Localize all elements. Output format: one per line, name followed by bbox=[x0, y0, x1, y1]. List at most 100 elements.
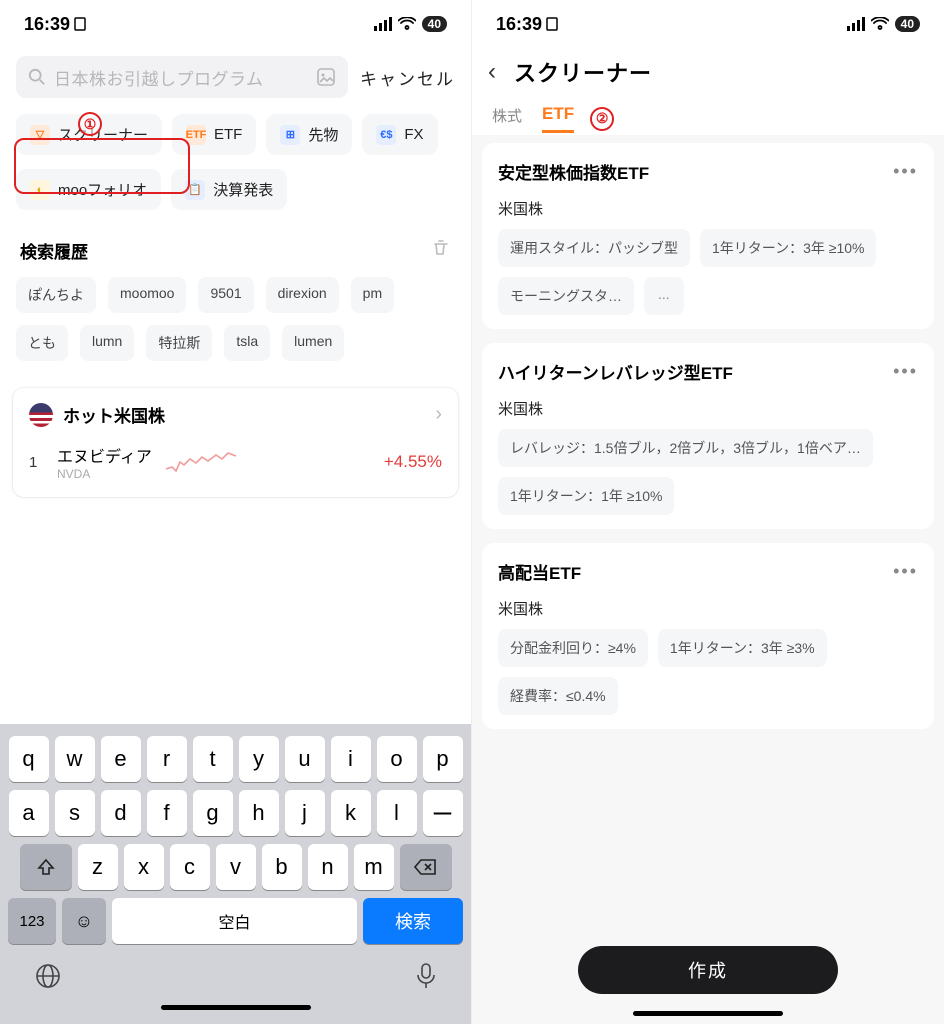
card-subtitle: 米国株 bbox=[498, 584, 918, 629]
key-t[interactable]: t bbox=[193, 736, 233, 782]
chip-label: 決算発表 bbox=[213, 179, 273, 200]
card-subtitle: 米国株 bbox=[498, 184, 918, 229]
card-icon bbox=[74, 17, 86, 31]
history-chips: ぽんちよ moomoo 9501 direxion pm とも lumn 特拉斯 tslalum… bbox=[0, 271, 471, 371]
filter-tag: 運用スタイル：パッシブ型 bbox=[498, 229, 690, 267]
key-n[interactable]: n bbox=[308, 844, 348, 890]
screener-header: ‹ スクリーナー bbox=[472, 48, 944, 98]
card-icon bbox=[546, 17, 558, 31]
history-chip[interactable]: tsla bbox=[224, 325, 270, 361]
status-time: 16:39 bbox=[24, 14, 86, 35]
key-x[interactable]: x bbox=[124, 844, 164, 890]
history-chip[interactable]: 特拉斯 bbox=[146, 325, 212, 361]
status-bar: 16:39 40 bbox=[472, 0, 944, 48]
status-icons: 40 bbox=[374, 16, 447, 32]
key-b[interactable]: b bbox=[262, 844, 302, 890]
key-z[interactable]: z bbox=[78, 844, 118, 890]
status-bar: 16:39 40 bbox=[0, 0, 471, 48]
hot-stocks-title: ホット米国株 bbox=[63, 402, 165, 427]
card-header[interactable]: ホット米国株 › bbox=[23, 402, 448, 437]
key-u[interactable]: u bbox=[285, 736, 325, 782]
key-r[interactable]: r bbox=[147, 736, 187, 782]
home-indicator[interactable] bbox=[161, 1005, 311, 1010]
battery-icon: 40 bbox=[895, 16, 920, 32]
annotation-1: ① bbox=[78, 112, 102, 136]
num-key[interactable]: 123 bbox=[8, 898, 56, 944]
key-g[interactable]: g bbox=[193, 790, 233, 836]
history-chip[interactable]: lumen bbox=[282, 325, 344, 361]
emoji-key[interactable]: ☺ bbox=[62, 898, 106, 944]
more-icon[interactable]: ••• bbox=[893, 561, 918, 582]
backspace-key[interactable] bbox=[400, 844, 452, 890]
chip-earnings[interactable]: 📋決算発表 bbox=[171, 169, 287, 210]
screener-card[interactable]: 安定型株価指数ETF•••米国株運用スタイル：パッシブ型1年リターン：3年 ≥1… bbox=[482, 143, 934, 329]
grid-icon: ⊞ bbox=[280, 125, 300, 145]
filter-tag: レバレッジ：1.5倍ブル，2倍ブル，3倍ブル，1倍ベア… bbox=[498, 429, 873, 467]
key-a[interactable]: a bbox=[9, 790, 49, 836]
key-h[interactable]: h bbox=[239, 790, 279, 836]
history-chip[interactable]: pm bbox=[351, 277, 394, 313]
history-chip[interactable]: direxion bbox=[266, 277, 339, 313]
history-chip[interactable]: moomoo bbox=[108, 277, 186, 313]
key-y[interactable]: y bbox=[239, 736, 279, 782]
key-o[interactable]: o bbox=[377, 736, 417, 782]
key-v[interactable]: v bbox=[216, 844, 256, 890]
globe-icon[interactable] bbox=[34, 962, 62, 995]
more-tag[interactable]: ... bbox=[644, 277, 684, 315]
image-scan-icon[interactable] bbox=[316, 67, 336, 87]
time-text: 16:39 bbox=[24, 14, 70, 35]
chip-fx[interactable]: €$FX bbox=[362, 114, 437, 155]
key-p[interactable]: p bbox=[423, 736, 463, 782]
chip-label: FX bbox=[404, 126, 423, 143]
filter-tag: 1年リターン：3年 ≥3% bbox=[658, 629, 827, 667]
key-l[interactable]: l bbox=[377, 790, 417, 836]
key-c[interactable]: c bbox=[170, 844, 210, 890]
key-i[interactable]: i bbox=[331, 736, 371, 782]
stock-row[interactable]: 1 エヌビディア NVDA +4.55% bbox=[23, 437, 448, 491]
chip-moofolio[interactable]: ◐mooフォリオ bbox=[16, 169, 161, 210]
chip-label: mooフォリオ bbox=[58, 179, 147, 200]
search-key[interactable]: 検索 bbox=[363, 898, 463, 944]
more-icon[interactable]: ••• bbox=[893, 161, 918, 182]
create-button[interactable]: 作成 bbox=[578, 946, 838, 994]
back-button[interactable]: ‹ bbox=[488, 58, 496, 86]
signal-icon bbox=[374, 17, 392, 31]
key-j[interactable]: j bbox=[285, 790, 325, 836]
key-m[interactable]: m bbox=[354, 844, 394, 890]
chip-etf[interactable]: ETFETF bbox=[172, 114, 256, 155]
space-key[interactable]: 空白 bbox=[112, 898, 357, 944]
key-ー[interactable]: ー bbox=[423, 790, 463, 836]
key-f[interactable]: f bbox=[147, 790, 187, 836]
chip-futures[interactable]: ⊞ 先物 bbox=[266, 114, 352, 155]
hot-stocks-card: ホット米国株 › 1 エヌビディア NVDA +4.55% bbox=[12, 387, 459, 498]
more-icon[interactable]: ••• bbox=[893, 361, 918, 382]
screener-card[interactable]: 高配当ETF•••米国株分配金利回り：≥4%1年リターン：3年 ≥3%経費率：≤… bbox=[482, 543, 934, 729]
stock-names: エヌビディア NVDA bbox=[57, 443, 152, 481]
right-screen: 16:39 40 ‹ スクリーナー 株式 ETF ② 安定型株価指数ETF•••… bbox=[472, 0, 944, 1024]
history-chip[interactable]: とも bbox=[16, 325, 68, 361]
search-input[interactable]: 日本株お引越しプログラム bbox=[16, 56, 348, 98]
tab-stock[interactable]: 株式 bbox=[492, 105, 522, 132]
key-q[interactable]: q bbox=[9, 736, 49, 782]
cancel-button[interactable]: キャンセル bbox=[360, 65, 455, 90]
trash-icon[interactable] bbox=[431, 238, 451, 263]
key-s[interactable]: s bbox=[55, 790, 95, 836]
screener-list: 安定型株価指数ETF•••米国株運用スタイル：パッシブ型1年リターン：3年 ≥1… bbox=[472, 135, 944, 1024]
filter-tag: モーニングスタ… bbox=[498, 277, 634, 315]
history-title: 検索履歴 bbox=[20, 238, 88, 263]
home-indicator[interactable] bbox=[633, 1011, 783, 1016]
key-w[interactable]: w bbox=[55, 736, 95, 782]
history-chip[interactable]: 9501 bbox=[198, 277, 253, 313]
history-chip[interactable]: lumn bbox=[80, 325, 134, 361]
history-chip[interactable]: ぽんちよ bbox=[16, 277, 96, 313]
tab-etf[interactable]: ETF bbox=[542, 104, 574, 133]
chip-label: 先物 bbox=[308, 124, 338, 145]
key-k[interactable]: k bbox=[331, 790, 371, 836]
mic-icon[interactable] bbox=[415, 962, 437, 995]
category-chips: ▽スクリーナー ETFETF ⊞先物 €$FX ◐mooフォリオ 📋決算発表 bbox=[0, 108, 471, 216]
shift-key[interactable] bbox=[20, 844, 72, 890]
screener-card[interactable]: ハイリターンレバレッジ型ETF•••米国株レバレッジ：1.5倍ブル，2倍ブル，3… bbox=[482, 343, 934, 529]
key-d[interactable]: d bbox=[101, 790, 141, 836]
sparkline bbox=[166, 447, 236, 477]
key-e[interactable]: e bbox=[101, 736, 141, 782]
